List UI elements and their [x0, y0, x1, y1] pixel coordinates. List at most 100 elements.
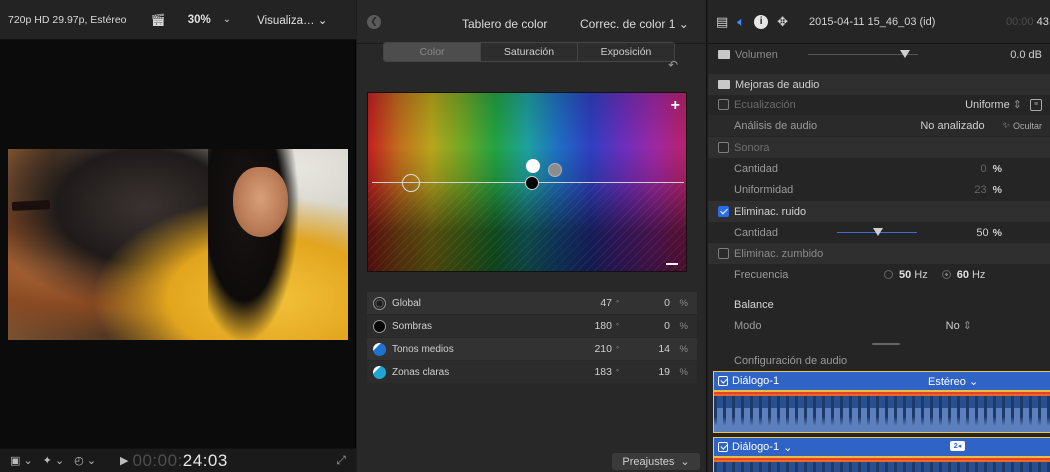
minus-icon — [666, 263, 678, 265]
audio-inspector: ▤ 🔈︎ i ✥ 2015-04-11 15_46_03 (id) 00:00 … — [708, 0, 1050, 472]
tab-saturation[interactable]: Saturación — [481, 43, 578, 61]
speaker-icon[interactable]: 🔈︎ — [737, 14, 745, 30]
noise-removal-checkbox[interactable] — [718, 206, 729, 217]
noise-amount-knob[interactable] — [873, 228, 883, 236]
magic-wand-icon[interactable]: ✨︎ — [1003, 120, 1010, 131]
color-board-grid[interactable]: + — [367, 92, 687, 272]
speed-gauge-icon[interactable]: ◴ ⌄ — [74, 454, 96, 467]
noise-removal-row: Eliminac. ruido — [708, 201, 1050, 222]
audio-lane[interactable]: Diálogo-1 Estéreo ⌄ — [713, 371, 1050, 433]
channel-badge: 2 ◂ — [950, 441, 965, 451]
resize-handle[interactable] — [872, 343, 900, 345]
view-menu[interactable]: Visualiza… ⌄ — [257, 13, 327, 27]
highlights-puck[interactable] — [526, 159, 540, 173]
inspector-header: ▤ 🔈︎ i ✥ 2015-04-11 15_46_03 (id) 00:00 … — [708, 0, 1050, 44]
amount-label: Cantidad — [734, 226, 779, 239]
midtones-puck[interactable] — [548, 163, 562, 177]
share-icon[interactable]: ✥ — [777, 14, 788, 30]
fullscreen-icon[interactable]: ⤢ — [336, 453, 346, 468]
timecode-dim: 00:00: — [132, 450, 183, 470]
tab-color[interactable]: Color — [384, 43, 481, 61]
mode-row: Modo No ⇕ — [708, 315, 1050, 336]
duration-bright: 43:0 — [1036, 15, 1050, 28]
loudness-row: Sonora — [708, 137, 1050, 158]
zoom-chevron-down-icon[interactable]: ⌄ — [223, 14, 231, 25]
video-preview[interactable] — [8, 149, 348, 340]
channel-select[interactable]: Estéreo ⌄ — [928, 375, 978, 388]
noise-amount-slider[interactable] — [837, 228, 917, 236]
control-row-shadows[interactable]: Sombras 180 ° 0 % — [367, 315, 697, 337]
audio-config-row[interactable]: Configuración de audio — [708, 350, 1050, 371]
noise-amount-row: Cantidad 50 % — [708, 222, 1050, 243]
hide-label[interactable]: Ocultar — [1013, 121, 1042, 131]
uniformity-value[interactable]: 23 — [974, 184, 986, 196]
hue-value[interactable]: 183 — [552, 366, 612, 378]
lane-checkbox[interactable] — [718, 376, 728, 386]
volume-slider[interactable] — [807, 50, 918, 58]
presets-button[interactable]: Preajustes ⌄ — [612, 453, 700, 470]
mode-value: No — [945, 320, 960, 332]
percent-unit: % — [992, 226, 1002, 239]
control-row-global[interactable]: Global 47 ° 0 % — [367, 292, 697, 314]
control-name: Zonas claras — [392, 366, 450, 378]
lane-name: Diálogo-1 — [732, 441, 780, 453]
volume-value[interactable]: 0.0 dB — [1010, 49, 1042, 61]
audio-enhancements-label: Mejoras de audio — [735, 78, 820, 91]
amount-value[interactable]: 0 — [630, 297, 670, 309]
balance-row[interactable]: Balance — [708, 294, 1050, 315]
degree-unit: ° — [616, 321, 620, 331]
amount-value[interactable]: 0 — [630, 320, 670, 332]
duration-dim: 00:00 — [1005, 15, 1034, 28]
amount-value[interactable]: 19 — [630, 366, 670, 378]
hue-value[interactable]: 180 — [552, 320, 612, 332]
chevron-down-icon[interactable]: ⌄ — [783, 441, 792, 454]
play-icon[interactable]: ▶ — [120, 454, 128, 467]
loudness-amount-row: Cantidad 0 % — [708, 158, 1050, 179]
percent-unit: % — [992, 183, 1002, 196]
freq-50-radio[interactable] — [884, 270, 893, 279]
display-mode-icon[interactable]: ▣ ⌄ — [10, 454, 33, 467]
noise-amount-value[interactable]: 50 — [976, 227, 988, 239]
freq-60-radio[interactable] — [941, 270, 951, 279]
balance-label: Balance — [734, 298, 774, 311]
percent-unit: % — [679, 343, 688, 355]
loudness-checkbox[interactable] — [718, 142, 729, 153]
tab-exposure[interactable]: Exposición — [578, 43, 674, 61]
hz-unit: Hz — [914, 268, 928, 281]
hue-value[interactable]: 210 — [552, 343, 612, 355]
clip-duration: 00:00 43:0 — [1006, 16, 1050, 28]
film-strip-icon[interactable]: ▤ — [716, 14, 728, 30]
color-board-header: ❮ Tablero de color Correc. de color 1 ⌄ — [357, 0, 707, 44]
clapperboard-icon[interactable]: 🎬︎ — [151, 13, 166, 27]
viewer-toolbar: 720p HD 29.97p, Estéreo 🎬︎ 30% ⌄ Visuali… — [0, 0, 356, 40]
audio-enhancements-header[interactable]: Mejoras de audio — [708, 74, 1050, 95]
amount-value[interactable]: 14 — [630, 343, 670, 355]
info-icon[interactable]: i — [754, 14, 769, 29]
eq-graph-icon[interactable]: ≡ — [1030, 98, 1042, 111]
zoom-level[interactable]: 30% — [188, 14, 211, 26]
control-row-highlights[interactable]: Zonas claras 183 ° 19 % — [367, 361, 697, 383]
lane-name: Diálogo-1 — [732, 375, 780, 387]
control-row-midtones[interactable]: Tonos medios 210 ° 14 % — [367, 338, 697, 360]
chevron-down-icon: ⌄ — [317, 14, 328, 27]
amount-label: Cantidad — [734, 162, 779, 175]
chevron-down-icon: ⌄ — [680, 456, 690, 468]
hue-value[interactable]: 47 — [552, 297, 612, 309]
lane-checkbox[interactable] — [718, 442, 728, 452]
loudness-amount-value[interactable]: 0 — [981, 163, 987, 175]
volume-knob[interactable] — [899, 50, 910, 58]
audio-lane[interactable]: Diálogo-1 ⌄ 2 ◂ — [713, 437, 1050, 472]
equalization-select[interactable]: Uniforme ⇕ — [965, 98, 1022, 111]
correction-selector[interactable]: Correc. de color 1 ⌄ — [580, 17, 689, 31]
percent-unit: % — [679, 366, 688, 378]
global-puck[interactable] — [402, 174, 420, 192]
reset-arrow-icon[interactable]: ↶ — [668, 58, 678, 72]
view-menu-label: Visualiza… — [257, 14, 315, 27]
shadows-puck[interactable] — [525, 176, 539, 190]
back-arrow-icon[interactable]: ❮ — [367, 14, 381, 29]
equalization-checkbox[interactable] — [718, 99, 729, 110]
mode-select[interactable]: No ⇕ — [946, 319, 972, 332]
hum-removal-checkbox[interactable] — [718, 248, 729, 259]
control-name: Global — [392, 297, 421, 309]
transform-tool-icon[interactable]: ✦ ⌄ — [43, 454, 65, 467]
